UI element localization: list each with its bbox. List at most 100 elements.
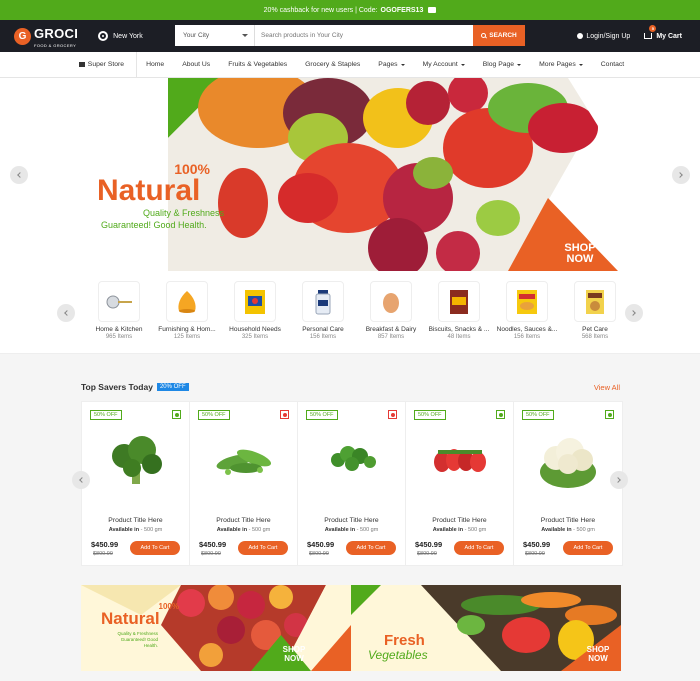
availability-label: Available in bbox=[541, 527, 572, 533]
category-name: Pet Care bbox=[582, 326, 608, 333]
city-select[interactable]: Your City bbox=[175, 25, 255, 46]
search-button[interactable]: SEARCH bbox=[473, 25, 525, 46]
chevron-down-icon bbox=[578, 63, 583, 66]
add-to-cart-button[interactable]: Add To Cart bbox=[130, 541, 180, 555]
cart-count-badge: 5 bbox=[649, 25, 657, 32]
logo[interactable]: G GROCI FOOD & GROCERY bbox=[14, 25, 78, 48]
product-card[interactable]: 50% OFF Product Title Here Available in … bbox=[82, 402, 190, 565]
category-item[interactable]: Pet Care 568 Items bbox=[561, 281, 629, 340]
products-prev-arrow[interactable] bbox=[72, 471, 90, 489]
main-nav: Super Store Home About Us Fruits & Veget… bbox=[0, 51, 700, 78]
banner-shop-now-button[interactable]: SHOP NOW bbox=[269, 645, 319, 671]
product-discount-badge: 50% OFF bbox=[414, 410, 446, 420]
add-to-cart-button[interactable]: Add To Cart bbox=[454, 541, 504, 555]
product-card[interactable]: 50% OFF Product Title Here Available in … bbox=[514, 402, 622, 565]
category-item[interactable]: Noodles, Sauces &... 156 Items bbox=[493, 281, 561, 340]
category-item[interactable]: Breakfast & Dairy 857 Items bbox=[357, 281, 425, 340]
coriander-image bbox=[331, 446, 376, 471]
chevron-left-icon bbox=[79, 477, 85, 483]
nav-home[interactable]: Home bbox=[137, 61, 173, 68]
category-count: 325 Items bbox=[241, 334, 269, 340]
banner-shop-now-button[interactable]: SHOP NOW bbox=[573, 645, 621, 671]
category-count: 156 Items bbox=[309, 334, 337, 340]
shop-now-line1: SHOP bbox=[282, 645, 306, 654]
product-card[interactable]: 50% OFF Product Title Here Available in … bbox=[298, 402, 406, 565]
snack-pack-icon bbox=[438, 281, 480, 322]
product-availability: Available in - 500 gm bbox=[82, 527, 189, 533]
promo-banner-vegetables[interactable]: Fresh Vegetables SHOP NOW bbox=[351, 585, 621, 671]
detergent-pack-icon bbox=[234, 281, 276, 322]
nav-contact[interactable]: Contact bbox=[592, 61, 633, 68]
hero-shop-now-button[interactable]: SHOP NOW bbox=[550, 211, 610, 271]
hero-next-arrow[interactable] bbox=[672, 166, 690, 184]
category-item[interactable]: Biscuits, Snacks & ... 48 Items bbox=[425, 281, 493, 340]
strawberries-image bbox=[434, 449, 486, 472]
location-selector[interactable]: New York bbox=[98, 31, 143, 41]
availability-label: Available in bbox=[324, 527, 356, 533]
category-next-arrow[interactable] bbox=[625, 304, 643, 322]
product-old-price: $800.99 bbox=[93, 551, 113, 557]
product-card[interactable]: 50% OFF Product Title Here Available in … bbox=[190, 402, 298, 565]
product-price: $450.99 bbox=[415, 540, 443, 549]
pet-food-icon bbox=[574, 281, 616, 322]
category-name: Home & Kitchen bbox=[95, 326, 143, 333]
egg-icon bbox=[370, 281, 412, 322]
nav-fruits-vegetables[interactable]: Fruits & Vegetables bbox=[219, 61, 296, 68]
hero-prev-arrow[interactable] bbox=[10, 166, 28, 184]
category-item[interactable]: Personal Care 156 Items bbox=[289, 281, 357, 340]
promo-code: OGOFERS13 bbox=[380, 6, 424, 14]
nav-label: Home bbox=[146, 61, 165, 68]
products-next-arrow[interactable] bbox=[610, 471, 628, 489]
green-peas-image bbox=[216, 449, 272, 475]
add-to-cart-button[interactable]: Add To Cart bbox=[563, 541, 613, 555]
search-input[interactable] bbox=[255, 25, 473, 46]
cart-icon: 5 bbox=[644, 25, 657, 39]
availability-label: Available in bbox=[216, 527, 248, 533]
nav-more-pages[interactable]: More Pages bbox=[530, 61, 592, 68]
nav-blog[interactable]: Blog Page bbox=[474, 61, 530, 68]
hero-subtitle-1: Quality & Freshness bbox=[142, 208, 224, 218]
copy-icon[interactable] bbox=[428, 7, 437, 13]
product-discount-badge: 50% OFF bbox=[90, 410, 122, 420]
availability-quantity: - 500 gm bbox=[573, 527, 595, 533]
nav-grocery-staples[interactable]: Grocery & Staples bbox=[296, 61, 369, 68]
category-item[interactable]: Household Needs 325 Items bbox=[221, 281, 289, 340]
category-name: Personal Care bbox=[302, 326, 344, 333]
product-card[interactable]: 50% OFF Product Title Here Available in … bbox=[406, 402, 514, 565]
chevron-left-icon bbox=[64, 310, 70, 316]
nav-label: Pages bbox=[378, 61, 398, 68]
availability-label: Available in bbox=[108, 527, 140, 533]
category-prev-arrow[interactable] bbox=[57, 304, 75, 322]
nonveg-indicator-icon bbox=[280, 410, 289, 419]
promo-banner-natural[interactable]: 100% Natural Quality & Freshness Guarant… bbox=[81, 585, 351, 671]
cream-tube-icon bbox=[302, 281, 344, 322]
add-to-cart-button[interactable]: Add To Cart bbox=[346, 541, 396, 555]
chevron-right-icon bbox=[677, 172, 683, 178]
nav-my-account[interactable]: My Account bbox=[414, 61, 474, 68]
search-button-label: SEARCH bbox=[489, 32, 517, 39]
veg-indicator-icon bbox=[605, 410, 614, 419]
add-to-cart-button[interactable]: Add To Cart bbox=[238, 541, 288, 555]
chevron-right-icon bbox=[630, 310, 636, 316]
chevron-down-icon bbox=[400, 63, 405, 66]
city-select-value: Your City bbox=[183, 32, 210, 39]
shop-now-line1: SHOP bbox=[586, 645, 610, 654]
nav-pages[interactable]: Pages bbox=[369, 61, 413, 68]
nav-label: More Pages bbox=[539, 61, 576, 68]
search-icon bbox=[481, 33, 487, 38]
shop-now-line2: NOW bbox=[588, 654, 608, 663]
availability-quantity: - 500 gm bbox=[140, 527, 163, 533]
nav-about[interactable]: About Us bbox=[173, 61, 219, 68]
nav-super-store[interactable]: Super Store bbox=[67, 51, 138, 78]
category-item[interactable]: Furnishing & Hom... 125 Items bbox=[153, 281, 221, 340]
cart-button[interactable]: 5 My Cart bbox=[644, 25, 682, 40]
veg-indicator-icon bbox=[496, 410, 505, 419]
login-link[interactable]: Login/Sign Up bbox=[577, 33, 630, 40]
product-discount-badge: 50% OFF bbox=[522, 410, 554, 420]
user-icon bbox=[577, 33, 584, 39]
kitchen-tool-icon bbox=[98, 281, 140, 322]
category-item[interactable]: Home & Kitchen 965 Items bbox=[85, 281, 153, 340]
view-all-link[interactable]: View All bbox=[594, 383, 620, 392]
hero-slider: 100% Natural Quality & Freshness Guarant… bbox=[0, 78, 700, 271]
promo-text: 20% cashback for new users | Code: bbox=[263, 6, 378, 14]
